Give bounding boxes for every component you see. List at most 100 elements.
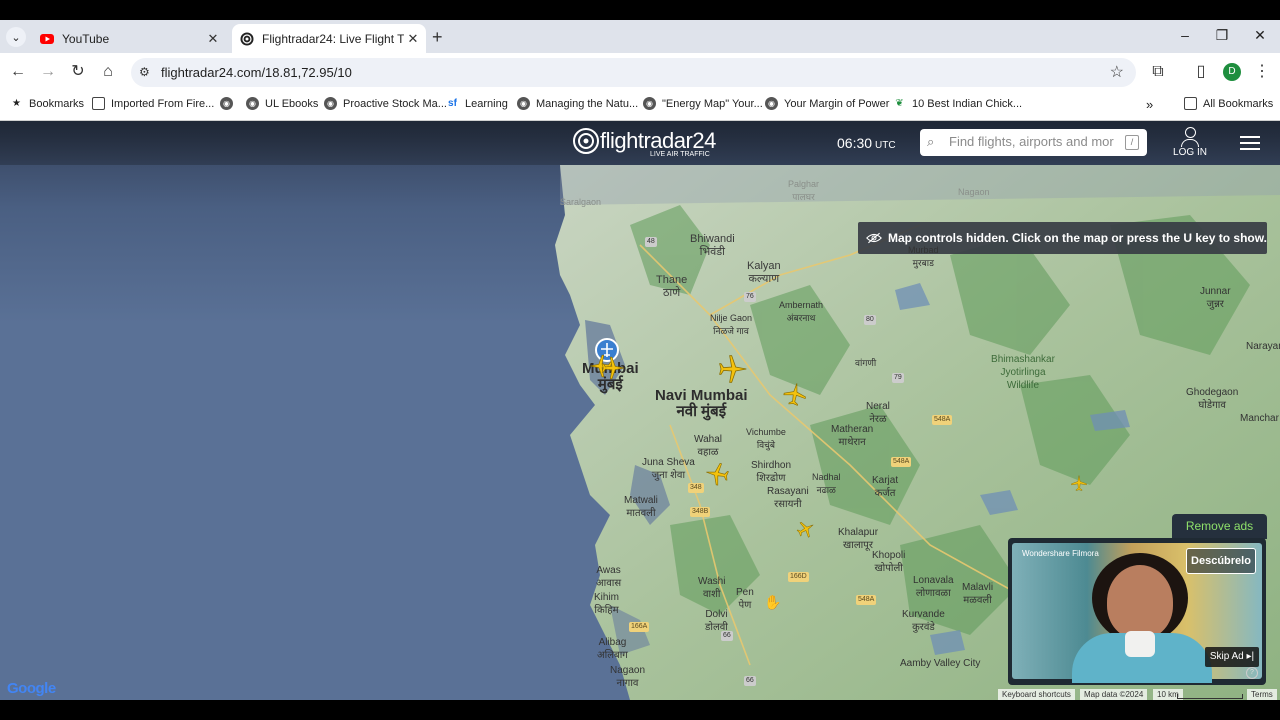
bookmark-item[interactable]: ★ Bookmarks	[10, 97, 84, 110]
bookmark-item[interactable]: ◉ Managing the Natu...	[517, 97, 638, 110]
road-shield: 166D	[788, 572, 809, 582]
globe-icon: ◉	[324, 97, 337, 110]
skip-ad-button[interactable]: Skip Ad ▸|	[1205, 647, 1259, 667]
bookmark-item[interactable]: ◉	[220, 97, 239, 110]
map-label-matheran: Matheran माथेरान	[831, 423, 873, 449]
map-label-vangani: वांगणी	[855, 357, 876, 370]
address-bar[interactable]: ⚙ flightradar24.com/18.81,72.95/10 ☆	[131, 58, 1136, 87]
bookmark-item[interactable]: ◉ UL Ebooks	[246, 97, 318, 110]
globe-icon: ◉	[246, 97, 259, 110]
road-shield: 66	[744, 676, 756, 686]
youtube-icon	[40, 33, 54, 44]
place-local: लोणावळा	[915, 588, 951, 599]
aircraft-icon[interactable]	[717, 353, 749, 385]
navigation-bar: ← → ↻ ⌂ ⚙ flightradar24.com/18.81,72.95/…	[0, 53, 1280, 91]
fr24-search-box[interactable]: ⌕ /	[920, 129, 1147, 156]
tab-search-dropdown[interactable]: ⌄	[6, 27, 26, 47]
bookmark-item[interactable]: sf Learning	[446, 97, 508, 110]
search-input[interactable]	[947, 133, 1116, 150]
ad-info-icon[interactable]: ?	[1246, 667, 1258, 679]
reload-icon[interactable]: ↻	[68, 62, 88, 82]
place-name: Nilje Gaon	[710, 313, 753, 323]
place-local: नवी मुंबई	[676, 403, 727, 420]
place-name: Ambernath	[779, 300, 824, 310]
aircraft-icon[interactable]	[782, 381, 808, 407]
place-name: Junnar	[1200, 286, 1231, 297]
map-label-murbad: Murbad मुरबाड	[908, 244, 939, 270]
place-name: Khalapur	[838, 527, 879, 538]
ad-person-collar	[1125, 631, 1155, 657]
all-bookmarks[interactable]: All Bookmarks	[1184, 97, 1273, 110]
hamburger-menu-icon[interactable]	[1240, 136, 1260, 154]
place-name: Alibag	[598, 637, 627, 648]
profile-avatar[interactable]: D	[1223, 63, 1241, 81]
keyboard-shortcuts-link[interactable]: Keyboard shortcuts	[998, 689, 1075, 700]
map-label-ghodegaon: Ghodegaon घोडेगाव	[1186, 386, 1238, 412]
bookmark-star-icon[interactable]: ☆	[1110, 62, 1124, 82]
tab-close-icon[interactable]: ✕	[404, 31, 422, 47]
aircraft-icon[interactable]	[796, 519, 816, 539]
video-ad[interactable]: Wondershare Filmora Descúbrelo Skip Ad ▸…	[1008, 538, 1266, 685]
map-label-vichumbe: Vichumbe विचुंबे	[746, 426, 786, 452]
bookmark-item[interactable]: ◉ Proactive Stock Ma...	[324, 97, 447, 110]
extensions-icon[interactable]: ⧉	[1148, 62, 1168, 82]
bookmark-item[interactable]: ❦ 10 Best Indian Chick...	[893, 97, 1022, 110]
place-local: भिवंडी	[699, 246, 726, 258]
fr24-logo[interactable]: flightradar24 LIVE AIR TRAFFIC	[572, 127, 716, 158]
place-local: जुन्नर	[1206, 299, 1224, 310]
bookmark-item[interactable]: ◉ Your Margin of Power	[765, 97, 889, 110]
map-label-bhiwandi: Bhiwandi भिवंडी	[690, 233, 735, 259]
place-local: वहाळ	[697, 447, 719, 458]
tab-close-icon[interactable]: ✕	[204, 31, 222, 47]
flightradar-map-page[interactable]: flightradar24 LIVE AIR TRAFFIC 06:30 UTC …	[0, 121, 1280, 700]
globe-icon: ◉	[517, 97, 530, 110]
remove-ads-button[interactable]: Remove ads	[1172, 514, 1267, 539]
map-data-attribution: Map data ©2024	[1080, 689, 1148, 700]
bookmark-item[interactable]: Imported From Fire...	[92, 97, 214, 110]
radar-logo-icon	[573, 128, 599, 154]
place-name: Juna Sheva	[642, 457, 695, 468]
place-local: किहिम	[594, 605, 619, 616]
map-label-khopoli: Khopoli खोपोली	[872, 549, 905, 575]
restore-icon[interactable]: ❐	[1212, 27, 1232, 44]
google-logo-text: Google	[7, 680, 56, 697]
road-shield: 66	[721, 631, 733, 641]
tab-strip: ⌄ YouTube ✕ Flightradar24: Live Flight T…	[0, 20, 1280, 53]
side-panel-icon[interactable]: ▯	[1191, 62, 1211, 82]
aircraft-icon[interactable]	[1070, 474, 1088, 492]
map-label-rasayani: Rasayani रसायनी	[767, 485, 809, 511]
aircraft-icon[interactable]	[600, 355, 626, 381]
close-window-icon[interactable]: ✕	[1250, 27, 1270, 44]
minimize-icon[interactable]: –	[1175, 27, 1195, 43]
place-name: Dolvi	[705, 609, 728, 620]
map-label-juna-sheva: Juna Sheva जुना शेवा	[642, 456, 695, 482]
sf-icon: sf	[448, 98, 457, 109]
site-info-icon[interactable]: ⚙	[139, 65, 150, 79]
back-icon[interactable]: ←	[8, 62, 28, 82]
login-button[interactable]: LOG IN	[1173, 127, 1207, 158]
tab-youtube[interactable]: YouTube ✕	[32, 24, 226, 53]
ad-cta-button[interactable]: Descúbrelo	[1186, 548, 1256, 574]
bookmark-label: Bookmarks	[29, 97, 85, 110]
map-label-lonavala: Lonavala लोणावळा	[913, 574, 954, 600]
all-bookmarks-label: All Bookmarks	[1203, 97, 1274, 110]
forward-icon[interactable]: →	[38, 62, 58, 82]
place-local: आवास	[596, 578, 622, 589]
tab-title: YouTube	[62, 31, 110, 46]
browser-menu-icon[interactable]: ⋮	[1252, 62, 1272, 82]
leaf-icon: ❦	[895, 98, 904, 109]
bookmark-label: Managing the Natu...	[536, 97, 639, 110]
home-icon[interactable]: ⌂	[98, 62, 118, 82]
map-label-nagaon: Nagaon नागाव	[610, 664, 645, 690]
bookmark-item[interactable]: ◉ "Energy Map" Your...	[643, 97, 763, 110]
place-name: Aamby Valley City	[900, 658, 981, 669]
bookmark-label: 10 Best Indian Chick...	[912, 97, 1023, 110]
aircraft-icon[interactable]	[704, 461, 730, 487]
terms-link[interactable]: Terms	[1247, 689, 1277, 700]
more-bookmarks-icon[interactable]: »	[1146, 97, 1153, 112]
place-local: रसायनी	[774, 499, 802, 510]
new-tab-icon[interactable]: +	[432, 27, 443, 48]
place-name: Nadhal	[812, 472, 841, 482]
map-label-nadhal: Nadhal नढाळ	[812, 471, 841, 497]
tab-flightradar24[interactable]: Flightradar24: Live Flight Tracker ✕	[232, 24, 426, 53]
